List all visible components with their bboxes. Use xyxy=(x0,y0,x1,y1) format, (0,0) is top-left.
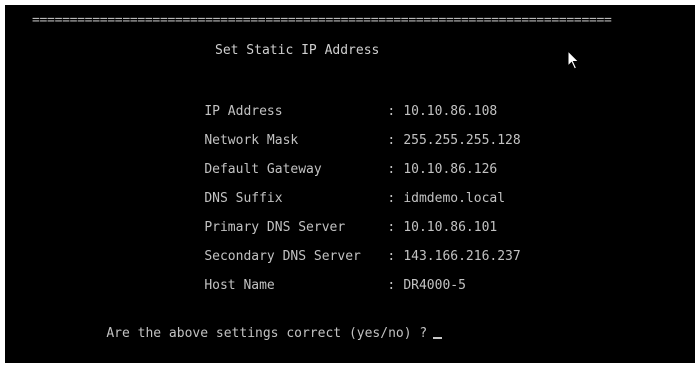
field-value: 255.255.255.128 xyxy=(403,133,521,148)
field-value: DR4000-5 xyxy=(403,278,466,293)
field-row-network-mask: Network Mask:255.255.255.128 xyxy=(173,118,520,148)
field-row-primary-dns: Primary DNS Server:10.10.86.101 xyxy=(173,205,497,235)
field-row-host-name: Host Name: DR4000-5 xyxy=(173,263,466,293)
field-separator: : xyxy=(387,162,396,177)
field-separator: : xyxy=(387,278,396,293)
separator-line: ========================================… xyxy=(32,13,612,28)
field-label: DNS Suffix xyxy=(204,191,283,206)
field-value: 10.10.86.126 xyxy=(403,162,498,177)
field-value: 10.10.86.101 xyxy=(403,220,498,235)
field-label: IP Address xyxy=(204,104,283,119)
field-separator: : xyxy=(387,249,396,264)
confirm-prompt-text: Are the above settings correct (yes/no) … xyxy=(106,326,428,341)
field-row-ip-address: IP Address:10.10.86.108 xyxy=(173,89,497,119)
screen-title: Set Static IP Address xyxy=(215,43,380,58)
field-value: 143.166.216.237 xyxy=(403,249,521,264)
field-separator: : xyxy=(387,133,396,148)
field-label: Secondary DNS Server xyxy=(204,249,361,264)
console-screen[interactable]: ========================================… xyxy=(5,5,695,363)
field-row-dns-suffix: DNS Suffix: idmdemo.local xyxy=(173,176,505,206)
field-label: Host Name xyxy=(204,278,275,293)
field-label: Primary DNS Server xyxy=(204,220,346,235)
field-label: Network Mask xyxy=(204,133,299,148)
confirm-prompt[interactable]: Are the above settings correct (yes/no) … xyxy=(75,311,443,356)
field-label: Default Gateway xyxy=(204,162,322,177)
text-cursor[interactable] xyxy=(433,337,443,339)
field-row-secondary-dns: Secondary DNS Server:143.166.216.237 xyxy=(173,234,520,264)
field-value: idmdemo.local xyxy=(403,191,506,206)
field-value: 10.10.86.108 xyxy=(403,104,498,119)
field-separator: : xyxy=(387,191,396,206)
field-separator: : xyxy=(387,220,396,235)
field-separator: : xyxy=(387,104,396,119)
mouse-pointer-icon xyxy=(567,50,580,70)
field-row-default-gateway: Default Gateway:10.10.86.126 xyxy=(173,147,497,177)
